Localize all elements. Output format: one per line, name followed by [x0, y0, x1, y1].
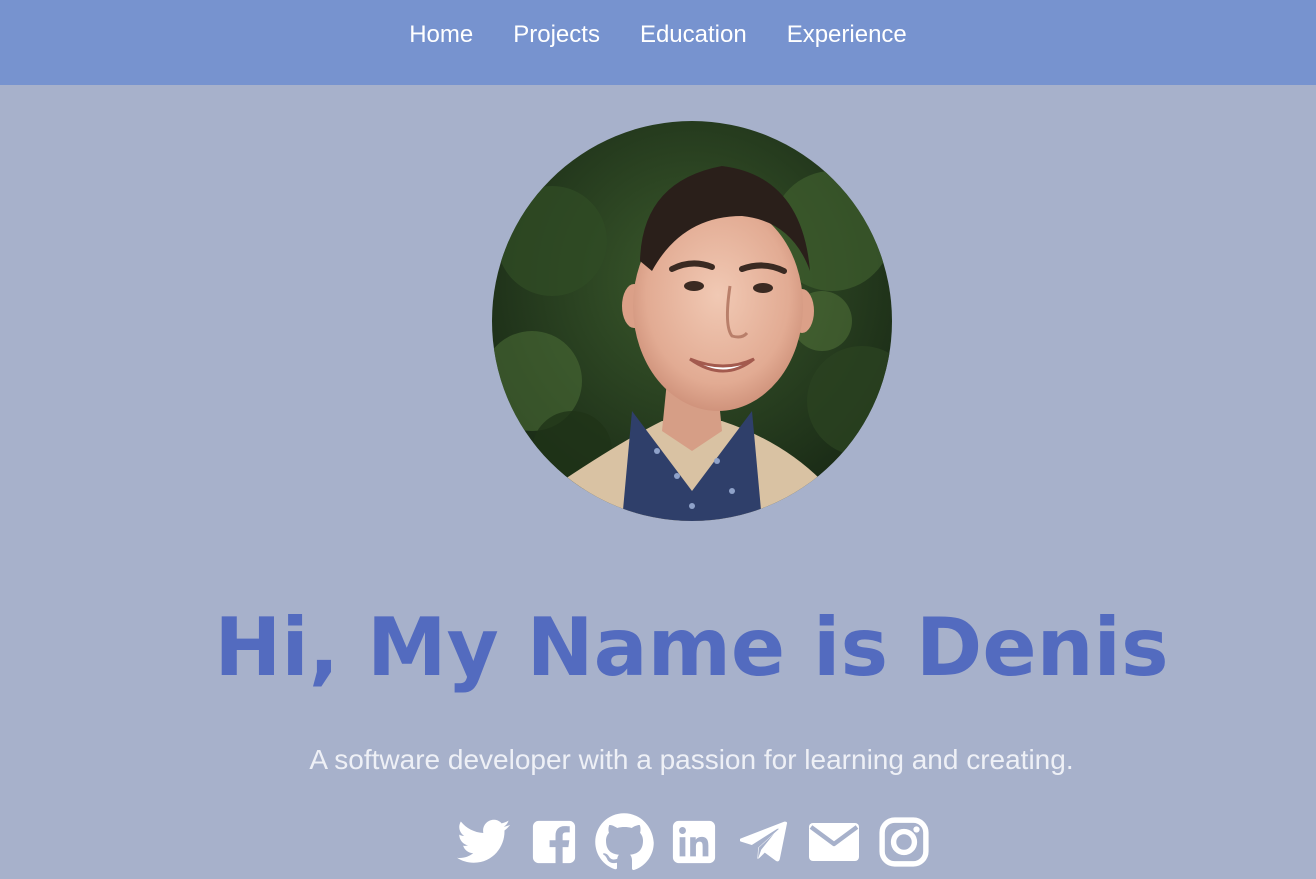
linkedin-icon[interactable]	[664, 812, 724, 872]
hero-subtitle: A software developer with a passion for …	[309, 744, 1074, 775]
top-navbar: Home Projects Education Experience	[0, 0, 1316, 85]
nav-experience-link[interactable]: Experience	[787, 21, 907, 49]
github-icon[interactable]	[594, 812, 654, 872]
hero-title: Hi, My Name is Denis	[214, 601, 1169, 694]
nav-links: Home Projects Education Experience	[409, 21, 907, 49]
social-links	[454, 812, 944, 872]
instagram-icon[interactable]	[874, 812, 934, 872]
profile-photo	[492, 121, 892, 521]
nav-home-link[interactable]: Home	[409, 21, 473, 49]
telegram-icon[interactable]	[734, 812, 794, 872]
email-icon[interactable]	[804, 812, 864, 872]
nav-education-link[interactable]: Education	[640, 21, 747, 49]
twitter-icon[interactable]	[454, 812, 514, 872]
nav-projects-link[interactable]: Projects	[513, 21, 600, 49]
facebook-icon[interactable]	[524, 812, 584, 872]
